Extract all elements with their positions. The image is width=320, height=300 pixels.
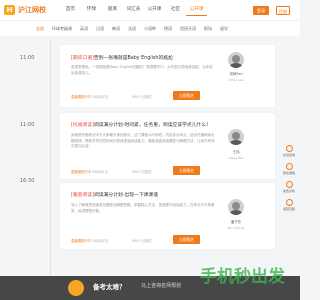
course-card[interactable]: [托福阅读]阅读满分计划-时间紧，任务重，阅读应该学点儿什么？ 阅读是托福考试中…	[60, 113, 275, 179]
subnav-item[interactable]: 英语	[80, 26, 88, 32]
course-meta: 直播课进行中 06月02日 500人已报名	[71, 95, 152, 99]
enroll-button[interactable]: 立即报名	[173, 235, 200, 244]
nav-item-open-class-active[interactable]: 公开课	[186, 6, 207, 16]
mascot-icon	[68, 280, 84, 296]
time-label: 11:00	[20, 122, 35, 128]
arrow-up-icon	[285, 199, 293, 206]
course-desc: 英语零基础，一张嘴就是Baby English的尴尬？真想要开口，从外国口语地道…	[71, 65, 213, 75]
sidebar-item-consult[interactable]: 在线咨询	[282, 145, 296, 157]
teacher-avatar	[228, 199, 244, 215]
promo-title: 备考太难？	[93, 283, 126, 291]
time-label: 11:00	[20, 55, 35, 61]
course-meta: 直播课进行中 06月02日 500人已报名	[71, 170, 152, 174]
chat-icon	[285, 145, 293, 152]
subnav-item[interactable]: 西班牙语	[180, 26, 196, 32]
teacher-name: 王伟	[232, 150, 240, 154]
course-title[interactable]: [雅思阅读]阅读满分计划-出现一下课课速	[71, 191, 158, 198]
category-subnav: 全部 环球考级课 英语 日语 韩语 法语 小语种 德语 西班牙语 职场 留学	[0, 21, 300, 36]
course-card[interactable]: [雅思阅读]阅读满分计划-出现一下课课速 深入了解雅思阅读常见题型及解题思路，掌…	[60, 183, 275, 249]
sidebar-label: 我的课程	[282, 171, 295, 175]
subnav-item[interactable]: 韩语	[112, 26, 120, 32]
course-title[interactable]: [托福阅读]阅读满分计划-时间紧，任务重，阅读应该学点儿什么？	[71, 121, 211, 128]
main-nav: 首页 环球 题库 词汇表 公开课 社区 公开课	[60, 6, 207, 16]
nav-item-questions[interactable]: 题库	[102, 6, 123, 16]
subnav-item-all[interactable]: 全部	[36, 26, 44, 32]
subnav-item[interactable]: 日语	[96, 26, 104, 32]
subnav-item[interactable]: 职场	[204, 26, 212, 32]
sidebar-item-top[interactable]: 返回顶部	[282, 199, 296, 211]
sidebar-label: 返回顶部	[282, 207, 295, 211]
book-icon	[285, 163, 293, 170]
nav-item-home[interactable]: 首页	[60, 6, 81, 16]
sidebar-item-trial[interactable]: 免费试听	[282, 181, 296, 193]
play-icon	[285, 181, 293, 188]
course-desc: 阅读是托福考试中令大家最头疼的部分。这门课程以时间短、内容多为特点，结合托福阅读…	[71, 133, 215, 148]
subnav-item[interactable]: 留学	[220, 26, 228, 32]
register-button[interactable]: 注册	[276, 6, 290, 15]
sidebar-item-courses[interactable]: 我的课程	[282, 163, 296, 175]
teacher-name: 潘子东	[230, 220, 242, 224]
course-card[interactable]: [期间口语]告别一张嘴就是Baby English的尴尬 英语零基础，一张嘴就是…	[60, 45, 275, 107]
course-desc: 深入了解雅思阅读常见题型及解题思路，掌握核心方法，快速提升阅读能力，在考试中不再…	[71, 203, 215, 213]
teacher-subtitle: Yiffen Lee	[228, 78, 244, 82]
time-label: 16:30	[20, 178, 35, 184]
top-header: H 沪江网校 首页 环球 题库 词汇表 公开课 社区 公开课 登录 注册	[0, 0, 300, 21]
teacher-subtitle: Wang Wei	[228, 156, 244, 160]
subnav-item[interactable]: 德语	[164, 26, 172, 32]
nav-item-community[interactable]: 社区	[165, 6, 186, 16]
course-title[interactable]: [期间口语]告别一张嘴就是Baby English的尴尬	[71, 54, 173, 61]
sidebar-label: 免费试听	[282, 189, 295, 193]
nav-item-vocab[interactable]: 词汇表	[123, 6, 144, 16]
watermark-text: 手机秒出发	[200, 267, 285, 287]
site-logo[interactable]: H 沪江网校	[4, 5, 46, 15]
nav-item-global[interactable]: 环球	[81, 6, 102, 16]
logo-icon: H	[4, 5, 15, 15]
sidebar-label: 在线咨询	[282, 153, 295, 157]
enroll-button[interactable]: 立即报名	[173, 166, 200, 175]
logo-text: 沪江网校	[18, 6, 46, 14]
teacher-avatar	[228, 129, 244, 145]
subnav-item[interactable]: 法语	[128, 26, 136, 32]
teacher-avatar	[228, 52, 244, 68]
teacher-subtitle: Pan Zidong	[227, 226, 245, 230]
course-meta: 直播课进行中 06月02日 500人已报名	[71, 239, 152, 243]
enroll-button[interactable]: 立即报名	[173, 91, 200, 100]
timeline-line	[50, 40, 51, 276]
subnav-item[interactable]: 环球考级课	[52, 26, 72, 32]
subnav-item[interactable]: 小语种	[144, 26, 156, 32]
nav-item-open-class[interactable]: 公开课	[144, 6, 165, 16]
promo-subtitle[interactable]: 马上咨询名师规划	[141, 282, 181, 289]
login-button[interactable]: 登录	[253, 6, 269, 15]
teacher-name: 讲师Fen	[229, 72, 243, 76]
